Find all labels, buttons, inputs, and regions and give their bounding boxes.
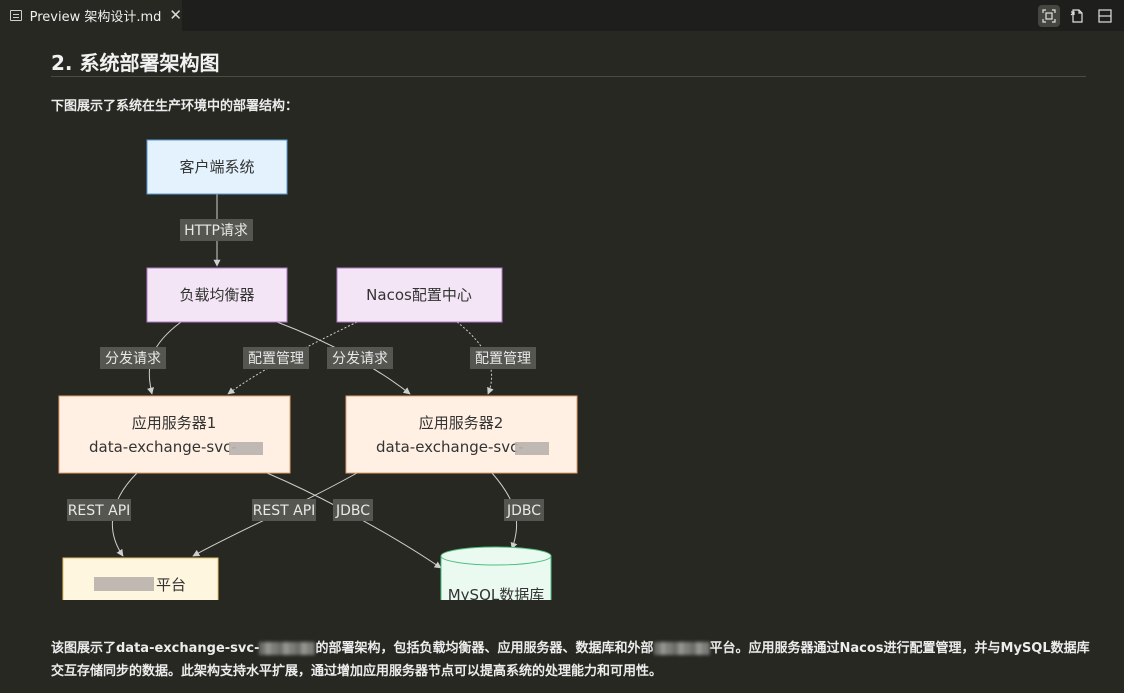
redacted-service-suffix (259, 642, 316, 655)
node-app-server-2: 应用服务器2 data-exchange-svc- (345, 395, 578, 474)
label-jdbc-2: JDBC (506, 503, 541, 519)
node-client: 客户端系统 (146, 139, 288, 195)
editor-toolbar (1038, 5, 1116, 27)
label-rest-2: REST API (253, 503, 316, 519)
label-jdbc-1: JDBC (335, 503, 370, 519)
node-app2-subtitle: data-exchange-svc- (376, 438, 524, 456)
focus-frame-button[interactable] (1038, 5, 1060, 27)
node-mysql-label: MySQL数据库 (448, 586, 545, 600)
node-app2-title: 应用服务器2 (419, 414, 504, 432)
summary-paragraph: 该图展示了data-exchange-svc- 的部署架构，包括负载均衡器、应用服… (51, 637, 1091, 683)
node-app1-subtitle: data-exchange-svc- (89, 438, 237, 456)
label-dispatch-2: 分发请求 (332, 351, 388, 367)
architecture-diagram: HTTP请求 分发请求 配置管理 分发请求 配置管理 REST API REST… (58, 139, 578, 600)
split-editor-icon (1098, 9, 1112, 23)
node-lb-label: 负载均衡器 (179, 286, 254, 304)
node-nacos-label: Nacos配置中心 (366, 286, 472, 304)
focus-frame-icon (1042, 9, 1056, 23)
label-config-2: 配置管理 (475, 351, 531, 367)
split-editor-button[interactable] (1094, 5, 1116, 27)
redacted-platform-name (94, 577, 154, 591)
summary-part-1: 该图展示了data-exchange-svc- (51, 641, 260, 656)
redacted-platform-name-text (653, 642, 710, 655)
redacted-app1-suffix (229, 442, 263, 455)
open-source-icon (1070, 9, 1083, 23)
open-source-button[interactable] (1066, 5, 1088, 27)
node-app-server-1: 应用服务器1 data-exchange-svc- (58, 395, 291, 474)
redacted-app2-suffix (515, 442, 549, 455)
label-http: HTTP请求 (184, 223, 248, 239)
summary-part-2: 的部署架构，包括负载均衡器、应用服务器、数据库和外部 (315, 641, 654, 656)
node-client-label: 客户端系统 (179, 158, 254, 176)
label-dispatch-1: 分发请求 (105, 351, 161, 367)
label-rest-1: REST API (68, 503, 131, 519)
node-nacos: Nacos配置中心 (336, 267, 503, 323)
node-platform-label: 平台 (156, 576, 186, 594)
node-external-platform: 平台 (62, 557, 219, 600)
node-app1-title: 应用服务器1 (132, 414, 217, 432)
node-load-balancer: 负载均衡器 (146, 267, 288, 323)
edge-labels: HTTP请求 分发请求 配置管理 分发请求 配置管理 REST API REST… (67, 219, 544, 521)
node-mysql: MySQL数据库 (440, 546, 552, 600)
label-config-1: 配置管理 (248, 351, 304, 367)
